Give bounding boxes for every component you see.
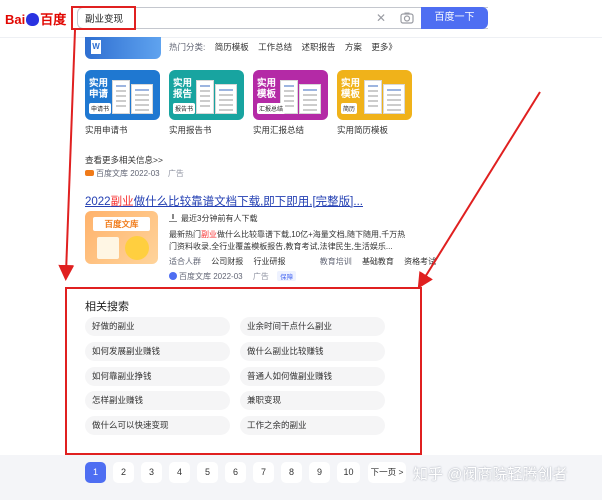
template-tile[interactable]: 实用模板 简历 [337, 70, 412, 120]
guarantee-badge: 保障 [277, 271, 297, 281]
result-source[interactable]: 百度文库 [179, 272, 211, 281]
page-button[interactable]: 5 [197, 462, 218, 483]
tag-label: 适合人群 [169, 257, 201, 266]
hot-categories: 热门分类: 简历模板 工作总结 述职报告 方案 更多》 [169, 41, 404, 53]
hot-item-more[interactable]: 更多》 [371, 42, 397, 52]
hot-item[interactable]: 工作总结 [258, 42, 292, 52]
result-meta: 百度文库 2022-03 广告 [85, 168, 184, 179]
tile-tag: 实用报告 [173, 78, 193, 100]
page-button[interactable]: 3 [141, 462, 162, 483]
tile-tag: 实用模板 [257, 78, 277, 100]
related-item[interactable]: 如何发展副业赚钱 [85, 342, 230, 361]
related-item[interactable]: 如何靠副业挣钱 [85, 367, 230, 386]
tile-tag: 实用模板 [341, 78, 361, 100]
word-icon: W [91, 40, 101, 54]
page-button[interactable]: 9 [309, 462, 330, 483]
result-meta: 百度文库 2022-03 广告 保障 [169, 271, 297, 282]
download-info: 最近3分钟前有人下载 [169, 213, 257, 224]
doc-preview-icon [299, 84, 321, 114]
tile-label[interactable]: 实用简历模板 [337, 124, 388, 136]
page-illustration [97, 237, 119, 259]
related-item[interactable]: 工作之余的副业 [240, 416, 385, 435]
related-item[interactable]: 做什么副业比较赚钱 [240, 342, 385, 361]
wenku-thumbnail[interactable]: 百度文库 [85, 211, 158, 264]
paw-icon [26, 13, 40, 26]
tile-label[interactable]: 实用汇报总结 [253, 124, 304, 136]
page-button-active[interactable]: 1 [85, 462, 106, 483]
tile-badge: 报告书 [173, 103, 196, 114]
related-item[interactable]: 好做的副业 [85, 317, 230, 336]
more-info-link[interactable]: 查看更多相关信息>> [85, 154, 163, 166]
logo-text-bai: Bai [5, 12, 26, 27]
tile-badge: 汇报总结 [257, 103, 286, 114]
tile-tag: 实用申请 [89, 78, 109, 100]
arrow-right [417, 91, 541, 289]
template-tile[interactable]: 实用申请 申请书 [85, 70, 160, 120]
doc-preview-icon [215, 84, 237, 114]
related-item[interactable]: 普通人如何做副业赚钱 [240, 367, 385, 386]
related-item[interactable]: 做什么可以快速变现 [85, 416, 230, 435]
baidu-logo[interactable]: Bai 百度 [5, 9, 67, 29]
search-highlight-box [71, 6, 136, 30]
clear-icon[interactable]: ✕ [374, 10, 388, 26]
related-item[interactable]: 怎样副业赚钱 [85, 391, 230, 410]
related-item[interactable]: 兼职变现 [240, 391, 385, 410]
tag-link[interactable]: 资格考试 [404, 257, 436, 266]
doc-preview-icon [196, 80, 214, 114]
doc-preview-icon [383, 84, 405, 114]
tile-badge: 申请书 [89, 103, 112, 114]
lion-mascot-icon [125, 236, 149, 260]
tag-link[interactable]: 公司财报 [211, 257, 243, 266]
doc-preview-icon [364, 80, 382, 114]
site-icon [169, 272, 177, 280]
tag-link[interactable]: 基础教育 [362, 257, 394, 266]
result-title-link[interactable]: 2022副业做什么比较靠谱文档下载,即下即用,[完整版]... [85, 193, 363, 209]
tile-label[interactable]: 实用申请书 [85, 124, 128, 136]
title-part: 做什么比较靠谱文档下载,即下即用,[完整版]... [133, 196, 363, 208]
result-abstract: 最新热门副业做什么比较靠谱下载,10亿+海量文档,随下随用,千万热门资料收录,全… [169, 229, 409, 253]
hot-item[interactable]: 简历模板 [215, 42, 249, 52]
title-keyword: 副业 [110, 196, 134, 208]
template-tile[interactable]: 实用报告 报告书 [169, 70, 244, 120]
camera-icon[interactable] [400, 11, 414, 25]
wenku-icon [85, 170, 94, 176]
related-item[interactable]: 业余时间干点什么副业 [240, 317, 385, 336]
page-button[interactable]: 8 [281, 462, 302, 483]
tag-link[interactable]: 行业研报 [253, 257, 285, 266]
hot-item[interactable]: 方案 [345, 42, 362, 52]
page-button[interactable]: 7 [253, 462, 274, 483]
ad-label: 广告 [167, 169, 184, 178]
title-part: 2022 [85, 196, 111, 208]
download-text: 最近3分钟前有人下载 [181, 214, 258, 223]
hot-label: 热门分类: [169, 42, 206, 52]
next-page-button[interactable]: 下一页 > [368, 462, 406, 483]
abstract-keyword: 副业 [201, 230, 217, 239]
template-tile[interactable]: 实用模板 汇报总结 [253, 70, 328, 120]
related-title: 相关搜索 [85, 301, 129, 313]
doc-preview-icon [112, 80, 130, 114]
search-button[interactable]: 百度一下 [421, 7, 488, 29]
page-button[interactable]: 4 [169, 462, 190, 483]
tile-badge: 简历 [341, 103, 358, 114]
page-button[interactable]: 2 [113, 462, 134, 483]
tile-label[interactable]: 实用报告书 [169, 124, 212, 136]
page-button[interactable]: 10 [337, 462, 360, 483]
logo-text-du: 百度 [40, 12, 67, 27]
arrow-left [58, 29, 76, 281]
result-source[interactable]: 百度文库 [96, 169, 128, 178]
ad-label: 广告 [252, 272, 269, 281]
zhihu-watermark: 知乎 @阀商院轻腾创者 [413, 466, 568, 483]
result-date: 2022-03 [213, 272, 243, 281]
page-button[interactable]: 6 [225, 462, 246, 483]
result-date: 2022-03 [130, 169, 160, 178]
doc-preview-icon [131, 84, 153, 114]
word-doc-image[interactable]: W [85, 37, 161, 59]
tag-label: 教育培训 [319, 257, 352, 266]
download-icon [169, 214, 177, 222]
result-tags: 适合人群 公司财报 行业研报 教育培训 基础教育 资格考试 [169, 256, 444, 267]
abstract-part: 最新热门 [169, 230, 201, 239]
thumbnail-tag: 百度文库 [93, 217, 150, 231]
hot-item[interactable]: 述职报告 [302, 42, 336, 52]
